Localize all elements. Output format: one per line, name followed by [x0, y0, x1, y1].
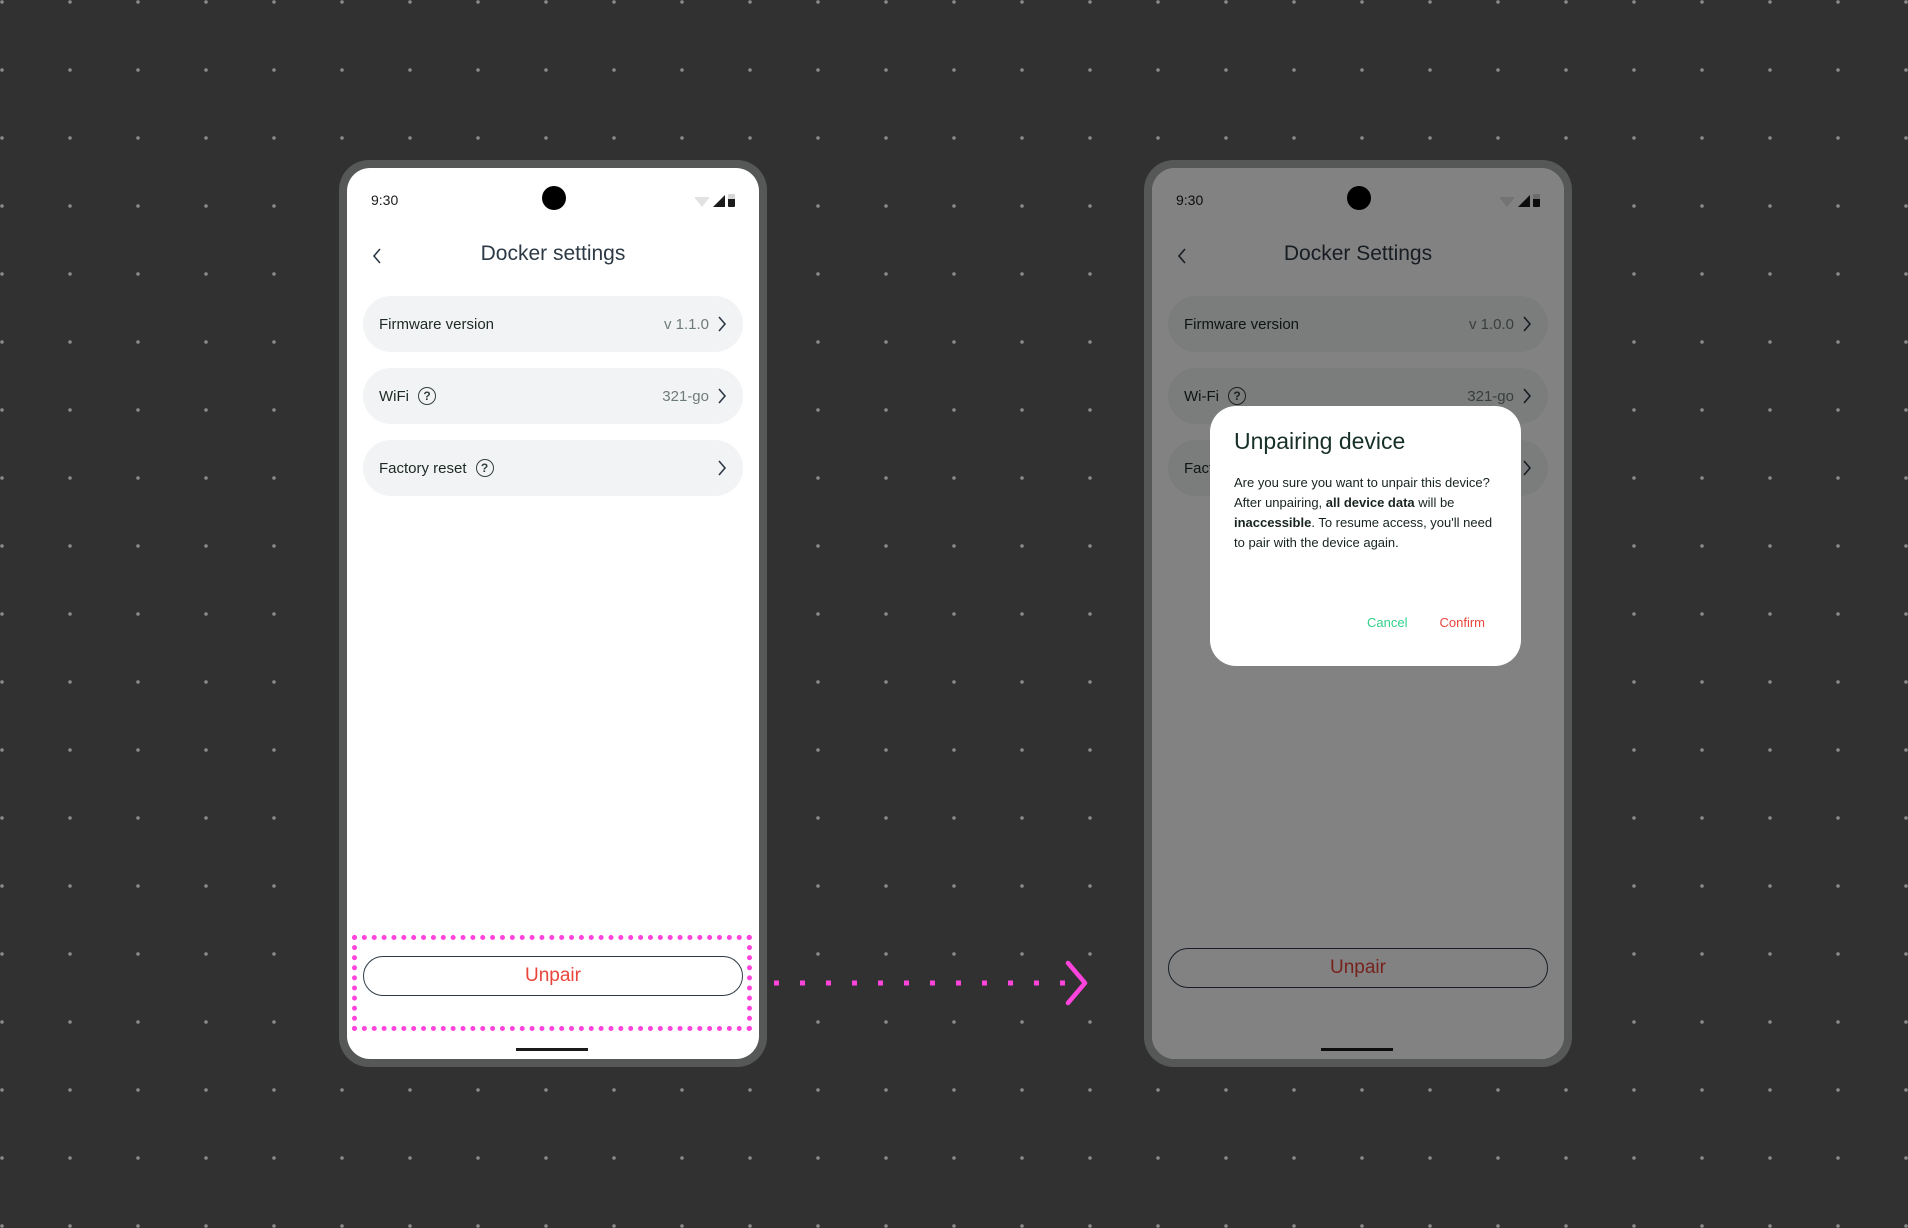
- screen-settings: 9:30 Docker settings Firmware version v …: [347, 168, 759, 1059]
- dialog-question: Are you sure you want to unpair this dev…: [1234, 475, 1490, 490]
- chevron-right-icon: [717, 316, 727, 332]
- home-indicator[interactable]: [516, 1048, 588, 1051]
- chevron-right-icon: [717, 460, 727, 476]
- item-value: v 1.1.0: [663, 315, 709, 333]
- help-icon[interactable]: ?: [475, 459, 494, 477]
- unpair-button[interactable]: Unpair: [363, 956, 743, 996]
- dialog-title: Unpairing device: [1234, 428, 1406, 454]
- help-icon[interactable]: ?: [418, 387, 436, 405]
- item-value: 321-go: [662, 387, 709, 405]
- settings-list: Firmware version v 1.1.0 WiFi ? 321-go F…: [363, 296, 743, 512]
- battery-icon: [728, 194, 735, 207]
- phone-frame-dialog: 9:30 Docker Settings Firmware version v …: [1144, 160, 1572, 1067]
- wifi-icon: [694, 197, 710, 207]
- camera-cutout: [542, 186, 566, 210]
- flow-arrow-head: [1065, 960, 1088, 1006]
- item-label: WiFi: [379, 387, 409, 405]
- list-item-wifi[interactable]: WiFi ? 321-go: [363, 368, 743, 424]
- list-item-firmware-version[interactable]: Firmware version v 1.1.0: [363, 296, 743, 352]
- chevron-right-icon: [717, 388, 727, 404]
- cancel-button[interactable]: Cancel: [1367, 615, 1407, 630]
- confirm-button[interactable]: Confirm: [1439, 615, 1485, 630]
- phone-frame-settings: 9:30 Docker settings Firmware version v …: [339, 160, 767, 1067]
- flow-arrow: [774, 960, 1088, 1006]
- status-icons: [694, 194, 735, 207]
- dialog-warning: After unpairing, all device data will be…: [1234, 495, 1493, 550]
- screen-settings-dialog: 9:30 Docker Settings Firmware version v …: [1152, 168, 1564, 1059]
- signal-icon: [713, 195, 725, 207]
- list-item-factory-reset[interactable]: Factory reset ?: [363, 440, 743, 496]
- status-time: 9:30: [371, 192, 399, 208]
- item-label: Firmware version: [379, 315, 495, 333]
- page-title: Docker settings: [480, 242, 626, 265]
- dialog-body: Are you sure you want to unpair this dev…: [1234, 473, 1497, 553]
- item-label: Factory reset: [379, 459, 467, 477]
- dialog-actions: Cancel Confirm: [1367, 615, 1485, 630]
- unpair-confirm-dialog: Unpairing device Are you sure you want t…: [1210, 406, 1521, 666]
